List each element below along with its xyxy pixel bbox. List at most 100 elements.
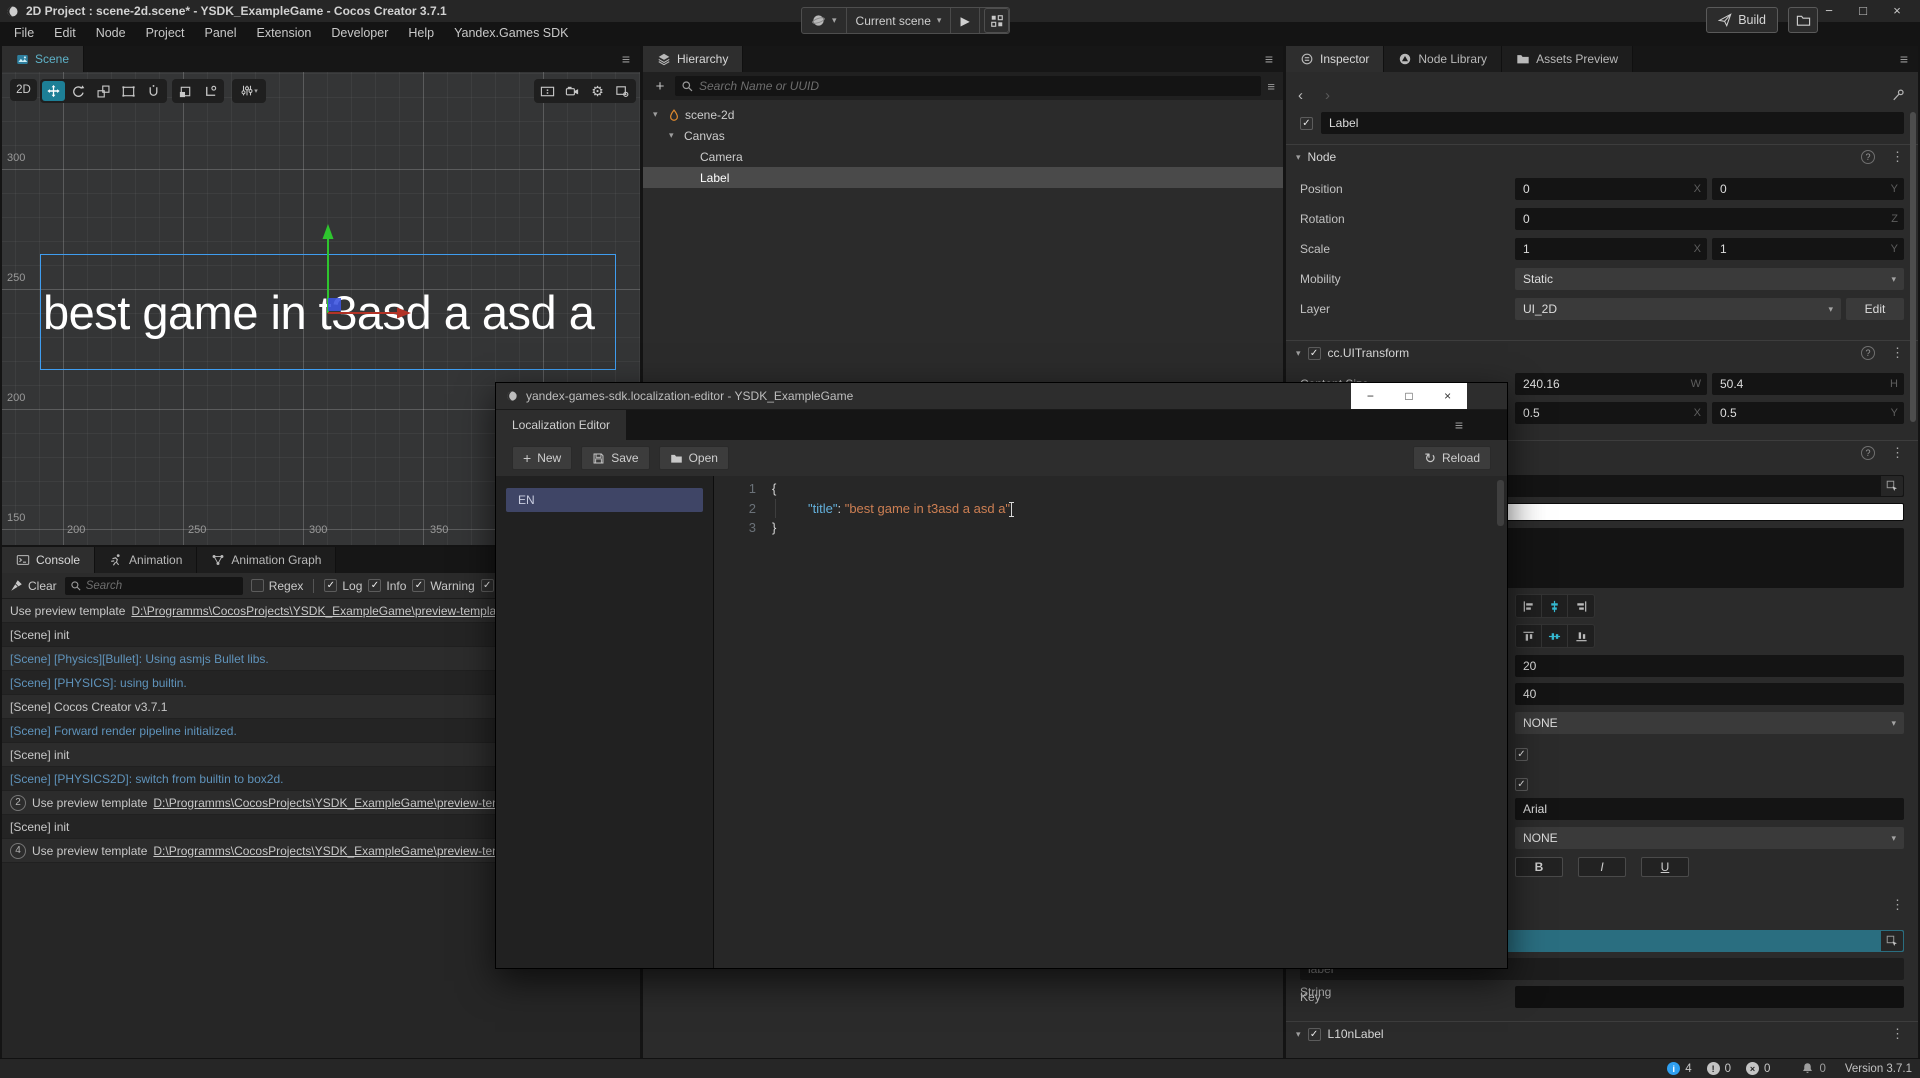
overflow-dropdown[interactable]: NONE▾ [1515, 712, 1904, 734]
align-bottom-button[interactable] [1568, 625, 1594, 647]
scene-select-dropdown[interactable]: Current scene ▾ [847, 8, 952, 33]
scale-tool-button[interactable] [92, 81, 115, 101]
menu-node[interactable]: Node [86, 26, 136, 40]
align-right-button[interactable] [1568, 595, 1594, 617]
camera-icon[interactable] [561, 81, 584, 101]
asset-picker-icon[interactable] [1881, 476, 1903, 496]
aspect-ratio-icon[interactable] [536, 81, 559, 101]
menu-help[interactable]: Help [398, 26, 444, 40]
hierarchy-node-camera[interactable]: Camera [643, 146, 1283, 167]
node-active-checkbox[interactable]: ✓ [1300, 117, 1313, 130]
tab-localization-editor[interactable]: Localization Editor [496, 410, 626, 440]
menu-file[interactable]: File [4, 26, 44, 40]
node-name-input[interactable]: Label [1321, 112, 1904, 134]
reload-button[interactable]: ↻ Reload [1413, 446, 1491, 470]
clear-console-button[interactable]: Clear [10, 579, 57, 593]
panel-menu-icon[interactable]: ≡ [622, 46, 630, 72]
caret-down-icon[interactable]: ▾ [669, 130, 679, 141]
maximize-button[interactable]: □ [1394, 389, 1424, 403]
save-button[interactable]: Save [581, 446, 649, 470]
hierarchy-node-canvas[interactable]: ▾Canvas [643, 125, 1283, 146]
rotation-snap-icon[interactable] [199, 81, 222, 101]
new-button[interactable]: + New [512, 446, 572, 470]
log-path-link[interactable]: D:\Programms\CocosProjects\YSDK_ExampleG… [153, 796, 502, 810]
align-left-button[interactable] [1516, 595, 1542, 617]
build-button[interactable]: Build [1706, 7, 1778, 33]
log-path-link[interactable]: D:\Programms\CocosProjects\YSDK_ExampleG… [131, 604, 499, 618]
font-family-input[interactable]: Arial [1515, 798, 1904, 820]
asset-picker-icon[interactable] [1881, 931, 1903, 951]
tab-console[interactable]: Console [2, 547, 95, 573]
menu-edit[interactable]: Edit [44, 26, 86, 40]
code-line[interactable]: 2"title": "best game in t3asd a asd a" [714, 499, 1507, 519]
hierarchy-node-scene-2d[interactable]: ▾scene-2d [643, 104, 1283, 125]
hierarchy-search-input[interactable] [699, 79, 1216, 93]
italic-button[interactable]: I [1578, 857, 1626, 877]
tab-assets-preview[interactable]: Assets Preview [1502, 46, 1633, 72]
hierarchy-node-label[interactable]: Label [643, 167, 1283, 188]
checkbox[interactable] [251, 579, 264, 592]
error-count[interactable]: ×0 [1746, 1062, 1770, 1075]
menu-project[interactable]: Project [136, 26, 195, 40]
tab-scene[interactable]: Scene [2, 46, 84, 72]
checkbox[interactable]: ✓ [324, 579, 337, 592]
console-filter-warning[interactable]: ✓Warning [412, 579, 474, 593]
position-y-input[interactable]: 0Y [1712, 178, 1904, 200]
language-item-en[interactable]: EN [506, 488, 703, 512]
menu-developer[interactable]: Developer [321, 26, 398, 40]
loc-window-titlebar[interactable]: yandex-games-sdk.localization-editor - Y… [496, 383, 1507, 410]
history-back-icon[interactable]: ‹ [1298, 87, 1303, 104]
pin-icon[interactable] [1892, 88, 1906, 102]
help-icon[interactable]: ? [1861, 446, 1875, 460]
history-forward-icon[interactable]: › [1325, 87, 1330, 104]
selection-bounds[interactable]: best game in t3asd a asd a [40, 254, 616, 370]
hierarchy-search-box[interactable] [675, 76, 1261, 96]
sliders-filter-button[interactable]: ▾ [234, 81, 264, 101]
node-section-header[interactable]: ▾ Node ?⋮ [1286, 144, 1918, 169]
console-search-input[interactable] [86, 580, 216, 592]
uitransform-section-header[interactable]: ▾ ✓ cc.UITransform ?⋮ [1286, 340, 1918, 365]
console-filter-regex[interactable]: Regex [251, 579, 304, 593]
more-options-icon[interactable]: ⋮ [1891, 897, 1904, 913]
line-height-input[interactable]: 40 [1515, 683, 1904, 705]
create-node-button[interactable]: + [651, 78, 669, 95]
uitransform-enabled-checkbox[interactable]: ✓ [1308, 347, 1321, 360]
more-options-icon[interactable]: ⋮ [1891, 149, 1904, 165]
rotation-z-input[interactable]: 0Z [1515, 208, 1904, 230]
cache-mode-dropdown[interactable]: NONE▾ [1515, 827, 1904, 849]
mobility-dropdown[interactable]: Static▾ [1515, 268, 1904, 290]
json-editor[interactable]: 1{2"title": "best game in t3asd a asd a"… [714, 476, 1507, 968]
l10nlabel-enabled-checkbox[interactable]: ✓ [1308, 1028, 1321, 1041]
align-center-button[interactable] [1542, 595, 1568, 617]
pivot-snap-icon[interactable] [174, 81, 197, 101]
tab-hierarchy[interactable]: Hierarchy [643, 46, 743, 72]
tab-inspector[interactable]: Inspector [1286, 46, 1384, 72]
rect-tool-button[interactable] [117, 81, 140, 101]
scale-y-input[interactable]: 1Y [1712, 238, 1904, 260]
minimize-button[interactable]: − [1812, 0, 1846, 22]
help-icon[interactable]: ? [1861, 346, 1875, 360]
option-checkbox[interactable]: ✓ [1515, 748, 1528, 761]
panel-menu-icon[interactable]: ≡ [1265, 46, 1273, 72]
more-options-icon[interactable]: ⋮ [1891, 1026, 1904, 1042]
console-filter-extra[interactable]: ✓ [481, 579, 494, 592]
anchor-tool-button[interactable] [142, 81, 165, 101]
content-width-input[interactable]: 240.16W [1515, 373, 1707, 395]
code-line[interactable]: 1{ [714, 479, 1507, 499]
tab-animation[interactable]: Animation [95, 547, 197, 573]
layer-dropdown[interactable]: UI_2D▾ [1515, 298, 1841, 320]
checkbox[interactable]: ✓ [412, 579, 425, 592]
content-height-input[interactable]: 50.4H [1712, 373, 1904, 395]
font-size-input[interactable]: 20 [1515, 655, 1904, 677]
menu-yandex-games-sdk[interactable]: Yandex.Games SDK [444, 26, 578, 40]
code-line[interactable]: 3} [714, 518, 1507, 538]
tab-animation-graph[interactable]: Animation Graph [197, 547, 336, 573]
log-path-link[interactable]: D:\Programms\CocosProjects\YSDK_ExampleG… [153, 844, 502, 858]
bold-button[interactable]: B [1515, 857, 1563, 877]
anchor-x-input[interactable]: 0.5X [1515, 402, 1707, 424]
panel-menu-icon[interactable]: ≡ [1455, 410, 1463, 440]
scale-x-input[interactable]: 1X [1515, 238, 1707, 260]
panel-menu-icon[interactable]: ≡ [1900, 46, 1908, 72]
checkbox[interactable]: ✓ [481, 579, 494, 592]
close-button[interactable]: × [1433, 389, 1463, 403]
